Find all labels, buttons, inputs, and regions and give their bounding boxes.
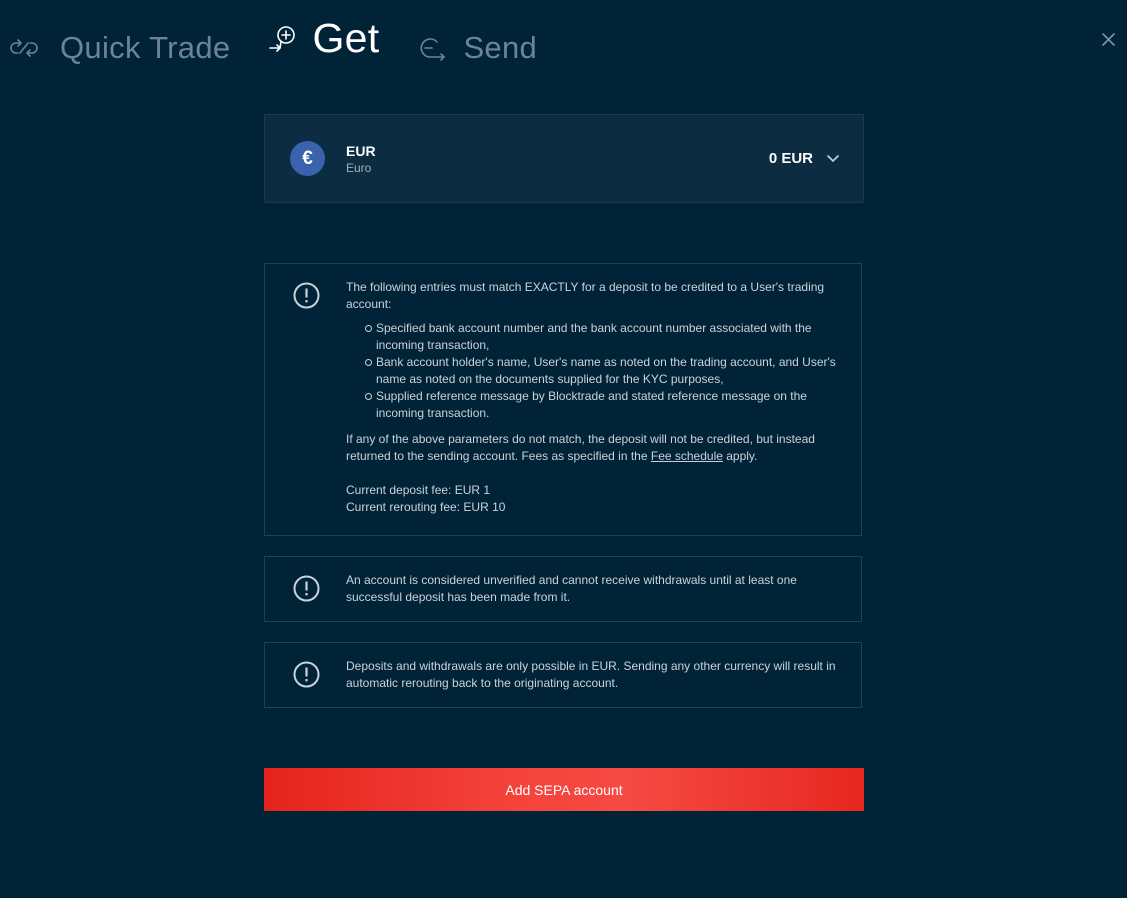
tab-quick-trade-label: Quick Trade <box>60 30 231 65</box>
fees-block: Current deposit fee: EUR 1 Current rerou… <box>346 482 845 516</box>
tab-bar: Quick Trade Get Send <box>8 14 537 66</box>
outro-text-end: apply. <box>722 449 758 463</box>
requirements-list: Specified bank account number and the ba… <box>346 320 845 422</box>
notice-text: Deposits and withdrawals are only possib… <box>346 659 836 690</box>
deposit-requirements-notice: The following entries must match EXACTLY… <box>264 263 862 536</box>
currency-restriction-notice: Deposits and withdrawals are only possib… <box>264 642 862 708</box>
tab-get-label: Get <box>312 15 380 61</box>
close-icon <box>1101 32 1115 46</box>
list-item: Supplied reference message by Blocktrade… <box>365 388 845 422</box>
currency-symbol: € <box>302 147 313 169</box>
notice-text: An account is considered unverified and … <box>346 573 797 604</box>
currency-name: Euro <box>346 160 372 175</box>
currency-selector[interactable]: € EUR Euro 0 EUR <box>264 114 864 203</box>
tab-send-label: Send <box>463 30 538 65</box>
list-item: Specified bank account number and the ba… <box>365 320 845 354</box>
deposit-icon <box>268 24 298 54</box>
chevron-down-icon[interactable] <box>827 153 839 165</box>
list-item: Bank account holder's name, User's name … <box>365 354 845 388</box>
add-sepa-account-button[interactable]: Add SEPA account <box>264 768 864 811</box>
notice-outro: If any of the above parameters do not ma… <box>346 431 845 465</box>
swap-icon <box>8 33 42 63</box>
currency-info: EUR Euro <box>346 143 376 175</box>
notice-intro: The following entries must match EXACTLY… <box>346 280 825 311</box>
tab-get[interactable]: Get <box>268 15 379 62</box>
alert-icon <box>293 575 320 602</box>
unverified-account-notice: An account is considered unverified and … <box>264 556 862 622</box>
deposit-fee: Current deposit fee: EUR 1 <box>346 483 491 497</box>
fee-schedule-link[interactable]: Fee schedule <box>651 449 723 463</box>
send-icon <box>417 33 451 63</box>
tab-send[interactable]: Send <box>417 30 537 66</box>
currency-code: EUR <box>346 142 376 159</box>
alert-icon <box>293 661 320 688</box>
close-button[interactable] <box>1099 28 1117 50</box>
rerouting-fee: Current rerouting fee: EUR 10 <box>346 500 506 514</box>
currency-balance: 0 EUR <box>768 150 813 167</box>
tab-quick-trade[interactable]: Quick Trade <box>8 30 230 66</box>
euro-coin-icon: € <box>290 141 325 176</box>
alert-icon <box>293 282 320 309</box>
